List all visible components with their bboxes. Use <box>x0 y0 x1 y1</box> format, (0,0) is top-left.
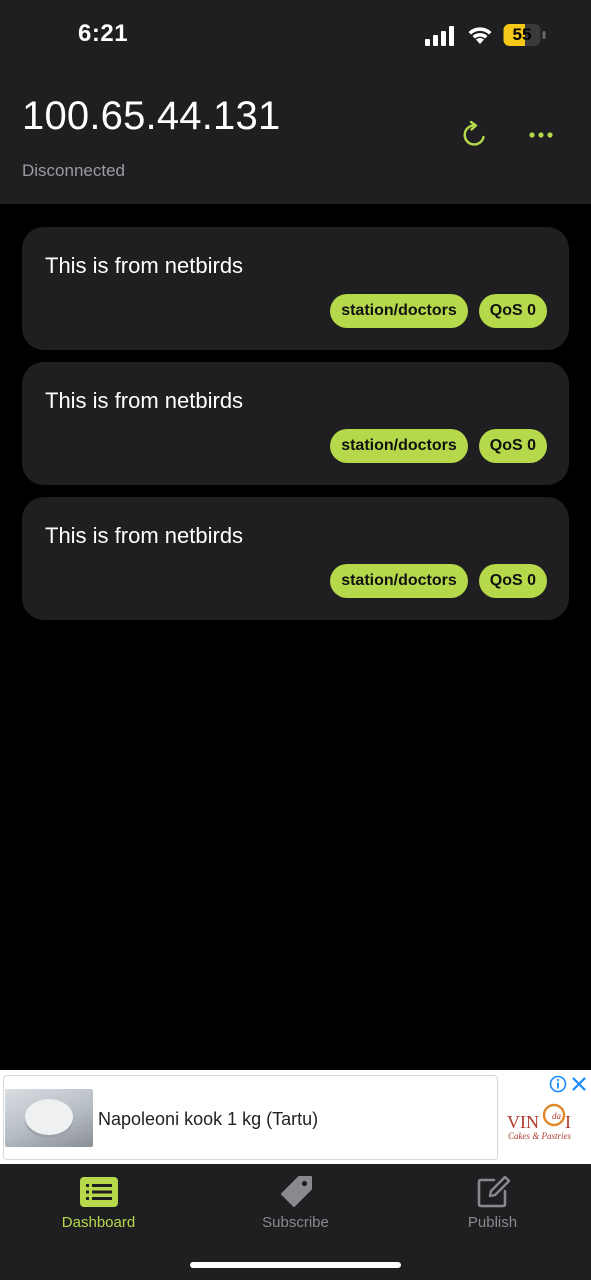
message-badges: station/doctors QoS 0 <box>330 429 547 463</box>
ad-close-icon[interactable] <box>570 1075 588 1093</box>
app-header: 6:21 55 100.65.44.131 Disconnected <box>0 0 591 204</box>
vinci-logo-icon: VIN I da Cakes & Pastries <box>507 1103 571 1141</box>
svg-text:VIN: VIN <box>507 1112 539 1132</box>
ad-info-icon[interactable] <box>549 1075 567 1093</box>
status-bar: 6:21 55 <box>0 0 591 70</box>
svg-text:da: da <box>552 1111 562 1121</box>
nav-subscribe[interactable]: Subscribe <box>197 1164 394 1244</box>
message-card[interactable]: This is from netbirds station/doctors Qo… <box>22 362 569 485</box>
topic-badge: station/doctors <box>330 429 468 463</box>
ad-title[interactable]: Napoleoni kook 1 kg (Tartu) <box>98 1109 318 1130</box>
battery-level: 55 <box>512 25 532 44</box>
topic-badge: station/doctors <box>330 294 468 328</box>
qos-badge: QoS 0 <box>478 429 547 463</box>
message-badges: station/doctors QoS 0 <box>330 294 547 328</box>
svg-text:I: I <box>565 1112 571 1132</box>
message-card[interactable]: This is from netbirds station/doctors Qo… <box>22 497 569 620</box>
nav-label-dashboard: Dashboard <box>61 1214 136 1231</box>
nav-label-publish: Publish <box>467 1214 518 1231</box>
message-card[interactable]: This is from netbirds station/doctors Qo… <box>22 227 569 350</box>
connection-status: Disconnected <box>22 161 126 180</box>
wifi-icon <box>468 27 492 44</box>
cellular-signal-icon <box>425 26 454 46</box>
qos-badge: QoS 0 <box>478 294 547 328</box>
ad-card[interactable]: Napoleoni kook 1 kg (Tartu) <box>3 1075 498 1160</box>
nav-dashboard[interactable]: Dashboard <box>0 1164 197 1244</box>
more-options-icon[interactable] <box>524 118 558 152</box>
nav-publish[interactable]: Publish <box>394 1164 591 1244</box>
ad-product-image <box>5 1089 93 1147</box>
home-indicator[interactable] <box>190 1262 401 1268</box>
tag-icon <box>280 1176 312 1207</box>
message-list: This is from netbirds station/doctors Qo… <box>22 227 569 632</box>
message-badges: station/doctors QoS 0 <box>330 564 547 598</box>
edit-icon <box>477 1175 510 1208</box>
message-text: This is from netbirds <box>45 253 244 278</box>
status-time: 6:21 <box>78 20 129 47</box>
message-text: This is from netbirds <box>45 388 244 413</box>
topic-badge: station/doctors <box>330 564 468 598</box>
message-text: This is from netbirds <box>45 523 244 548</box>
svg-text:Cakes & Pastries: Cakes & Pastries <box>508 1131 571 1141</box>
broker-address: 100.65.44.131 <box>22 94 281 138</box>
ad-banner[interactable]: Napoleoni kook 1 kg (Tartu) <box>0 1070 591 1164</box>
ad-brand-logo[interactable]: VIN I da Cakes & Pastries <box>505 1093 585 1151</box>
nav-label-subscribe: Subscribe <box>262 1214 329 1231</box>
qos-badge: QoS 0 <box>478 564 547 598</box>
refresh-icon[interactable] <box>458 118 492 152</box>
list-icon <box>79 1177 118 1207</box>
